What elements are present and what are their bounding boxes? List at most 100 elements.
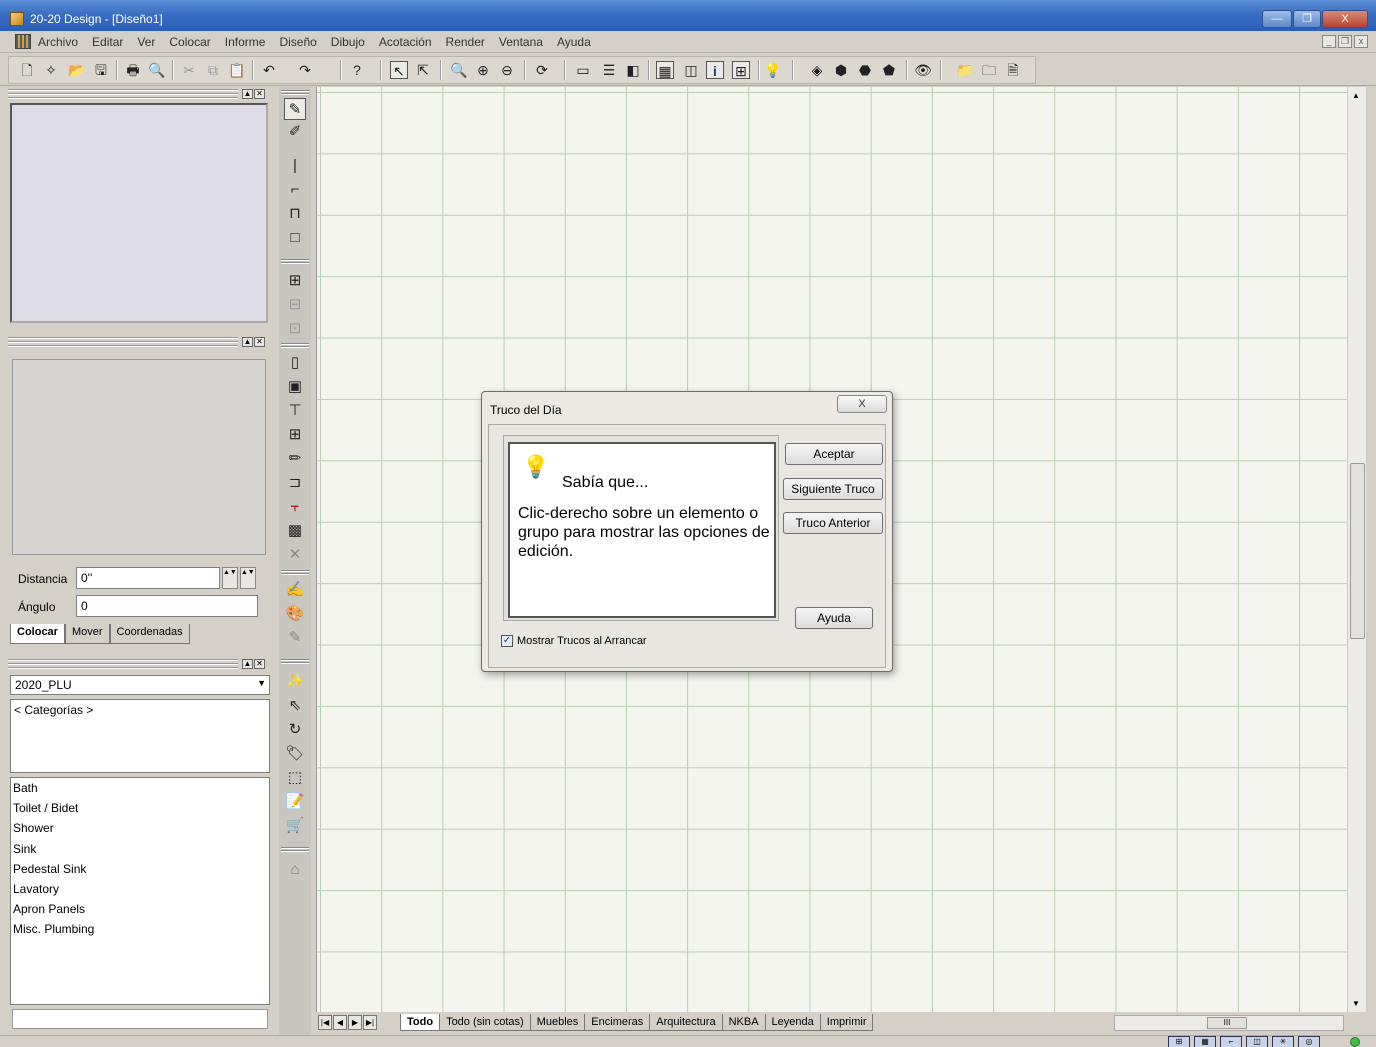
room-icon[interactable]: □ — [284, 227, 306, 249]
open-catalog-icon[interactable]: 📁 — [956, 61, 974, 79]
menu-archivo[interactable]: Archivo — [38, 35, 78, 49]
tab-mover[interactable]: Mover — [64, 624, 110, 644]
pointer-tool-icon[interactable]: ⇖ — [284, 695, 306, 717]
first-tab-button[interactable]: |◀ — [318, 1015, 332, 1030]
hscroll-thumb[interactable]: III — [1207, 1017, 1247, 1029]
tab-arquitectura[interactable]: Arquitectura — [649, 1014, 723, 1031]
material-icon[interactable]: ✎ — [284, 627, 306, 649]
select-icon[interactable]: ↖ — [390, 61, 408, 79]
grid-toggle-icon[interactable]: ▦ — [1194, 1036, 1216, 1047]
layer-icon[interactable]: ◫ — [1246, 1036, 1268, 1047]
zoom-in-icon[interactable]: ⊕ — [474, 61, 492, 79]
ortho-icon[interactable]: ⌐ — [1220, 1036, 1242, 1047]
appliance-icon[interactable]: ▣ — [284, 376, 306, 398]
tab-todo[interactable]: Todo — [400, 1014, 441, 1031]
window-edit-icon[interactable]: ⊟ — [284, 294, 306, 316]
panel-collapse-button[interactable]: ▲ — [242, 337, 253, 347]
catalog-icon[interactable]: 🗀 — [980, 61, 998, 79]
vertical-scrollbar[interactable]: ▲ ▼ — [1347, 87, 1366, 1012]
undo-icon[interactable]: ↶ — [260, 61, 278, 79]
print-icon[interactable]: 🖶 — [124, 61, 142, 79]
angle-field[interactable]: 0 — [76, 595, 258, 617]
rotate-icon[interactable]: ↻ — [284, 719, 306, 741]
menu-ver[interactable]: Ver — [137, 35, 155, 49]
panel-grip[interactable] — [8, 659, 238, 669]
window-icon[interactable]: ◫ — [682, 61, 700, 79]
list-item[interactable]: Apron Panels — [11, 899, 269, 919]
tab-encimeras[interactable]: Encimeras — [584, 1014, 651, 1031]
paint-icon[interactable]: ✍ — [284, 579, 306, 601]
close-button[interactable]: X — [1322, 10, 1368, 28]
document-icon[interactable] — [15, 34, 31, 49]
menu-dibujo[interactable]: Dibujo — [331, 35, 365, 49]
mdi-minimize-button[interactable]: _ — [1322, 35, 1336, 48]
snap-icon[interactable]: ⊞ — [1168, 1036, 1190, 1047]
accept-button[interactable]: Aceptar — [785, 443, 883, 465]
menu-informe[interactable]: Informe — [225, 35, 266, 49]
cross-icon[interactable]: ✳ — [1272, 1036, 1294, 1047]
tab-imprimir[interactable]: Imprimir — [819, 1014, 874, 1031]
panel-collapse-button[interactable]: ▲ — [242, 89, 253, 99]
render-shaded-icon[interactable]: ⬣ — [856, 61, 874, 79]
note-icon[interactable]: 📝 — [284, 791, 306, 813]
cabinet-icon[interactable]: ⊤ — [284, 400, 306, 422]
panel-close-button[interactable]: ✕ — [254, 337, 265, 347]
mdi-restore-button[interactable]: ❐ — [1338, 35, 1352, 48]
chevron-down-icon[interactable]: ▼ — [257, 678, 266, 688]
menu-ayuda[interactable]: Ayuda — [557, 35, 591, 49]
last-tab-button[interactable]: ▶| — [363, 1015, 377, 1030]
render-dark-icon[interactable]: ⬟ — [880, 61, 898, 79]
minimize-button[interactable]: — — [1262, 10, 1292, 28]
cart-icon[interactable]: 🛒 — [284, 815, 306, 837]
scroll-thumb[interactable] — [1350, 463, 1365, 639]
delete-icon[interactable]: ✕ — [284, 544, 306, 566]
dimension-icon[interactable]: ⫟ — [284, 496, 306, 518]
wall-line-icon[interactable]: | — [284, 155, 306, 177]
select-group-icon[interactable]: ⇱ — [414, 61, 432, 79]
list-item[interactable]: Shower — [11, 818, 269, 838]
list-item[interactable]: Bath — [11, 778, 269, 798]
categories-header[interactable]: < Categorías > — [14, 703, 266, 717]
list-item[interactable]: Toilet / Bidet — [11, 798, 269, 818]
menu-diseno[interactable]: Diseño — [279, 35, 316, 49]
panel-collapse-button[interactable]: ▲ — [242, 659, 253, 669]
help-button[interactable]: Ayuda — [795, 607, 873, 629]
tab-muebles[interactable]: Muebles — [529, 1014, 586, 1031]
list-view-icon[interactable]: ☰ — [600, 61, 618, 79]
menu-render[interactable]: Render — [446, 35, 485, 49]
open-folder-icon[interactable]: 📂 — [68, 61, 86, 79]
tab-coordenadas[interactable]: Coordenadas — [109, 624, 190, 644]
next-tab-button[interactable]: ▶ — [348, 1015, 362, 1030]
menu-ventana[interactable]: Ventana — [499, 35, 543, 49]
scroll-up-icon[interactable]: ▲ — [1352, 91, 1360, 100]
camera-icon[interactable]: ◎ — [1298, 1036, 1320, 1047]
list-item[interactable]: Lavatory — [11, 879, 269, 899]
list-item[interactable]: Pedestal Sink — [11, 859, 269, 879]
new-file-icon[interactable]: 🗋 — [18, 61, 36, 79]
checkbox-check-icon[interactable]: ✓ — [501, 635, 513, 647]
new-wizard-icon[interactable]: ✧ — [42, 61, 60, 79]
eye-icon[interactable]: 👁 — [914, 61, 932, 79]
menu-editar[interactable]: Editar — [92, 35, 123, 49]
print-preview-icon[interactable]: 🔍 — [148, 61, 166, 79]
pencil-icon[interactable]: ✏ — [284, 448, 306, 470]
tag-icon[interactable]: 🏷 — [284, 743, 306, 765]
list-item[interactable]: Misc. Plumbing — [11, 919, 269, 939]
wall-u-icon[interactable]: ⊓ — [284, 203, 306, 225]
panel-icon[interactable]: ◧ — [624, 61, 642, 79]
palette-icon[interactable]: 🎨 — [284, 603, 306, 625]
panel-grip[interactable] — [8, 89, 238, 99]
draw-edit-icon[interactable]: ✐ — [284, 121, 306, 143]
pattern-icon[interactable]: ▩ — [284, 520, 306, 542]
shelf-icon[interactable]: ⊞ — [284, 424, 306, 446]
tab-nkba[interactable]: NKBA — [721, 1014, 766, 1031]
cut-icon[interactable]: ✂ — [180, 61, 198, 79]
restore-button[interactable]: ❐ — [1293, 10, 1321, 28]
stepper-up-icon[interactable]: ▲▼ — [222, 567, 238, 589]
panel-close-button[interactable]: ✕ — [254, 659, 265, 669]
window-place-icon[interactable]: ⊞ — [284, 270, 306, 292]
redo-icon[interactable]: ↷ — [296, 61, 314, 79]
panel-close-button[interactable]: ✕ — [254, 89, 265, 99]
mdi-close-button[interactable]: x — [1354, 35, 1368, 48]
grid-view-icon[interactable]: ▦ — [656, 61, 674, 79]
